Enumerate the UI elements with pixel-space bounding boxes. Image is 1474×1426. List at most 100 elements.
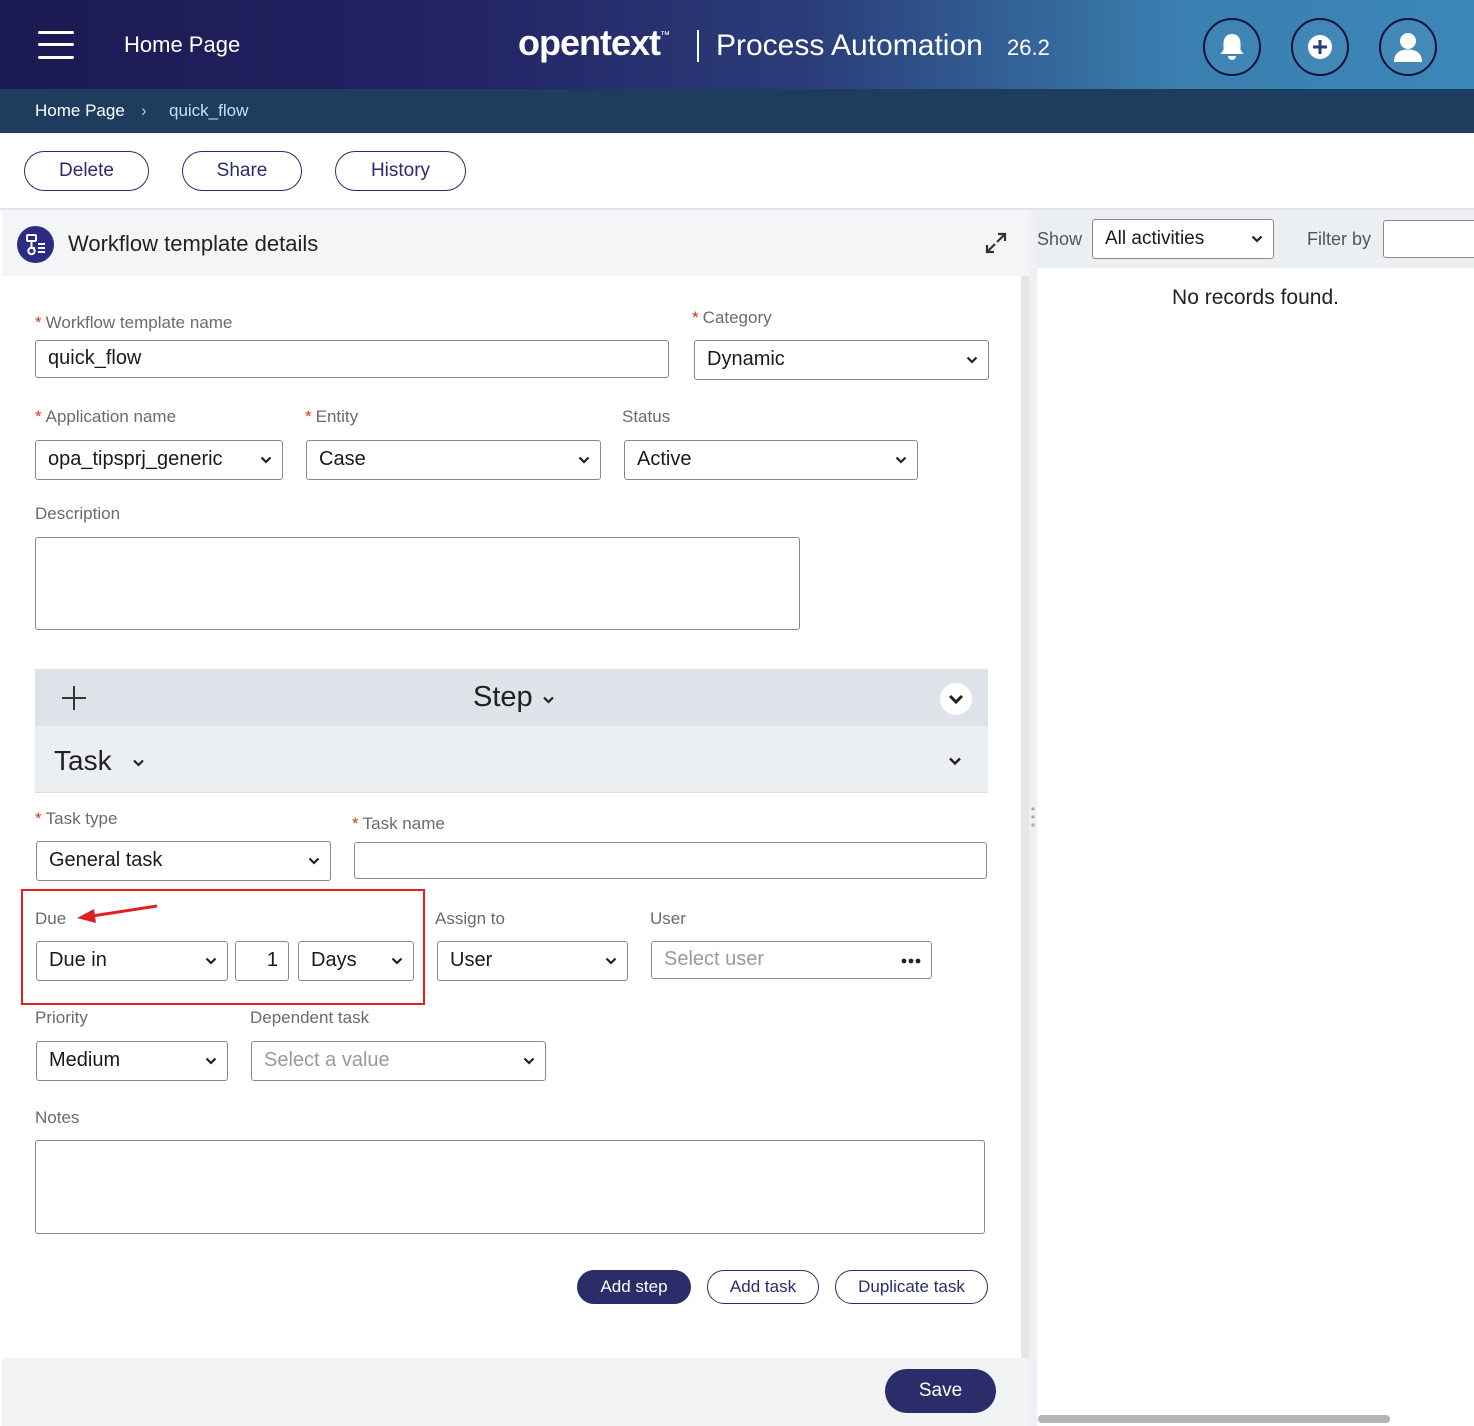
header-home-title[interactable]: Home Page xyxy=(124,32,240,58)
category-value: Dynamic xyxy=(707,348,785,370)
category-select[interactable]: Dynamic xyxy=(694,340,989,380)
task-type-select[interactable]: General task xyxy=(36,841,331,881)
step-menu-chevron-icon[interactable] xyxy=(542,693,555,706)
history-button[interactable]: History xyxy=(335,151,466,191)
status-value: Active xyxy=(637,448,692,470)
chevron-down-icon xyxy=(308,857,320,865)
create-button[interactable] xyxy=(1291,18,1349,76)
workflow-details-panel xyxy=(2,210,1029,1426)
empty-message: No records found. xyxy=(1172,286,1339,309)
horizontal-scrollbar[interactable] xyxy=(1038,1415,1390,1423)
step-collapse-button[interactable] xyxy=(940,683,972,715)
user-picker-input[interactable]: Select user xyxy=(651,941,932,979)
template-name-input[interactable]: quick_flow xyxy=(35,340,669,378)
share-button[interactable]: Share xyxy=(182,151,302,191)
due-mode-value: Due in xyxy=(49,949,107,971)
task-title[interactable]: Task xyxy=(54,745,112,777)
required-marker: * xyxy=(35,313,42,332)
due-mode-select[interactable]: Due in xyxy=(36,941,228,981)
priority-value: Medium xyxy=(49,1049,121,1071)
hamburger-menu-icon[interactable] xyxy=(38,30,74,60)
breadcrumb-home-link[interactable]: Home Page xyxy=(35,101,125,121)
brand-trademark: ™ xyxy=(660,30,670,41)
chevron-down-icon xyxy=(523,1057,535,1065)
assign-to-value: User xyxy=(450,949,493,971)
due-amount-input[interactable]: 1 xyxy=(235,941,289,981)
application-name-label: * Application name xyxy=(35,407,176,427)
chevron-down-icon xyxy=(966,356,978,364)
activity-filter-select[interactable]: All activities xyxy=(1092,219,1274,259)
save-button[interactable]: Save xyxy=(885,1369,996,1413)
due-unit-value: Days xyxy=(311,949,357,971)
task-name-label-text: Task name xyxy=(362,814,445,833)
description-textarea[interactable] xyxy=(35,537,800,630)
chevron-down-icon xyxy=(1251,235,1263,243)
ellipsis-icon[interactable] xyxy=(901,958,921,964)
chevron-down-icon xyxy=(895,456,907,464)
required-marker: * xyxy=(305,407,312,426)
breadcrumb-separator-icon: › xyxy=(141,101,147,120)
product-version: 26.2 xyxy=(1007,35,1050,60)
step-title[interactable]: Step xyxy=(473,681,533,714)
bell-icon xyxy=(1220,34,1244,60)
required-marker: * xyxy=(352,814,359,833)
required-marker: * xyxy=(35,407,42,426)
dependent-task-placeholder: Select a value xyxy=(264,1049,390,1071)
due-unit-select[interactable]: Days xyxy=(298,941,414,981)
breadcrumb-current: quick_flow xyxy=(169,101,249,120)
add-step-plus-icon[interactable] xyxy=(60,684,88,712)
notes-textarea[interactable] xyxy=(35,1140,985,1234)
task-type-label: * Task type xyxy=(35,809,117,829)
application-name-label-text: Application name xyxy=(45,407,177,426)
expand-arrows-icon[interactable] xyxy=(984,231,1008,255)
template-name-label: * Workflow template name xyxy=(35,313,232,333)
notes-label: Notes xyxy=(35,1108,80,1127)
user-profile-button[interactable] xyxy=(1379,18,1437,76)
delete-button[interactable]: Delete xyxy=(24,151,149,191)
annotation-arrow-icon xyxy=(77,904,158,923)
required-marker: * xyxy=(692,308,699,327)
panel-scrollbar[interactable] xyxy=(1021,276,1029,1358)
workflow-template-icon xyxy=(17,226,54,263)
required-marker: * xyxy=(35,809,42,828)
task-collapse-chevron-icon[interactable] xyxy=(948,754,962,768)
application-name-select[interactable]: opa_tipsprj_generic xyxy=(35,440,283,480)
chevron-down-icon xyxy=(391,957,403,965)
entity-label-text: Entity xyxy=(315,407,359,426)
brand-name: opentext xyxy=(518,22,661,63)
assign-to-select[interactable]: User xyxy=(437,941,628,981)
priority-label: Priority xyxy=(35,1008,88,1027)
template-name-label-text: Workflow template name xyxy=(45,313,233,332)
add-task-button[interactable]: Add task xyxy=(707,1270,819,1304)
category-label: * Category xyxy=(692,308,772,328)
dependent-task-select[interactable]: Select a value xyxy=(251,1041,546,1081)
filter-by-input[interactable] xyxy=(1383,220,1474,258)
brand-logo: opentext™ xyxy=(518,22,670,64)
assign-to-label: Assign to xyxy=(435,909,505,928)
panel-footer xyxy=(2,1358,1029,1426)
description-label: Description xyxy=(35,504,121,523)
dependent-task-label: Dependent task xyxy=(250,1008,370,1027)
resize-grip-icon[interactable] xyxy=(1031,806,1035,828)
chevron-down-icon xyxy=(205,1057,217,1065)
status-select[interactable]: Active xyxy=(624,440,918,480)
task-type-label-text: Task type xyxy=(45,809,118,828)
task-name-label: * Task name xyxy=(352,814,445,834)
panel-title: Workflow template details xyxy=(68,231,319,256)
due-label: Due xyxy=(35,909,67,928)
entity-select[interactable]: Case xyxy=(306,440,601,480)
entity-label: * Entity xyxy=(305,407,358,427)
application-name-value: opa_tipsprj_generic xyxy=(48,448,223,470)
brand-separator xyxy=(697,30,699,62)
status-label: Status xyxy=(622,407,671,426)
chevron-down-icon xyxy=(260,456,272,464)
task-type-value: General task xyxy=(49,849,163,871)
task-header xyxy=(35,726,988,793)
task-name-input[interactable] xyxy=(354,842,987,879)
task-menu-chevron-icon[interactable] xyxy=(132,756,145,769)
add-step-button[interactable]: Add step xyxy=(577,1270,691,1304)
priority-select[interactable]: Medium xyxy=(36,1041,228,1081)
chevron-down-icon xyxy=(578,456,590,464)
duplicate-task-button[interactable]: Duplicate task xyxy=(835,1270,988,1304)
notifications-button[interactable] xyxy=(1203,18,1261,76)
